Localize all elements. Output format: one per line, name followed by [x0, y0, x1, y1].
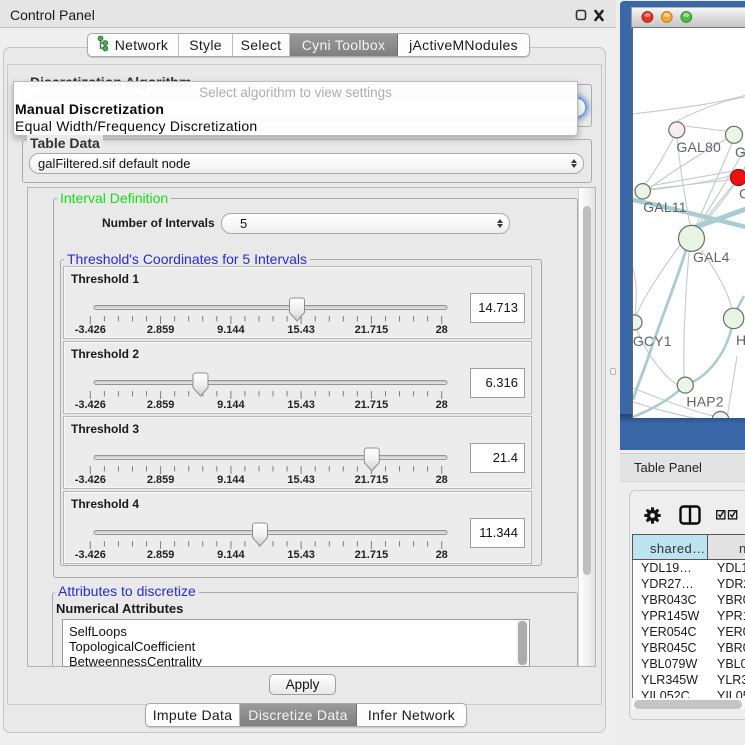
- svg-text:GAL4: GAL4: [693, 249, 730, 265]
- svg-text:28: 28: [436, 474, 448, 486]
- svg-text:GCY1: GCY1: [633, 333, 672, 349]
- svg-text:C: C: [739, 186, 745, 202]
- svg-text:21.715: 21.715: [355, 399, 389, 411]
- svg-text:28: 28: [436, 324, 448, 336]
- svg-text:GAL80: GAL80: [676, 139, 721, 155]
- svg-text:GAL11: GAL11: [643, 199, 687, 215]
- svg-text:-3.426: -3.426: [75, 474, 106, 486]
- svg-text:-3.426: -3.426: [75, 549, 106, 561]
- svg-text:HAP2: HAP2: [686, 394, 723, 410]
- svg-text:9.144: 9.144: [217, 474, 245, 486]
- svg-text:9.144: 9.144: [217, 399, 245, 411]
- svg-text:-3.426: -3.426: [75, 324, 106, 336]
- svg-text:-3.426: -3.426: [75, 399, 106, 411]
- svg-text:9.144: 9.144: [217, 549, 245, 561]
- svg-text:2.859: 2.859: [147, 399, 175, 411]
- svg-text:15.43: 15.43: [287, 399, 315, 411]
- svg-text:15.43: 15.43: [287, 324, 315, 336]
- svg-text:2.859: 2.859: [147, 324, 175, 336]
- svg-text:21.715: 21.715: [355, 549, 389, 561]
- svg-text:H: H: [736, 332, 745, 348]
- svg-text:28: 28: [436, 399, 448, 411]
- svg-text:9.144: 9.144: [217, 324, 245, 336]
- svg-text:2.859: 2.859: [147, 549, 175, 561]
- svg-text:28: 28: [436, 549, 448, 561]
- svg-text:21.715: 21.715: [355, 324, 389, 336]
- svg-text:21.715: 21.715: [355, 474, 389, 486]
- svg-text:GA: GA: [735, 144, 745, 160]
- svg-text:15.43: 15.43: [287, 474, 315, 486]
- svg-text:15.43: 15.43: [287, 549, 315, 561]
- svg-text:2.859: 2.859: [147, 474, 175, 486]
